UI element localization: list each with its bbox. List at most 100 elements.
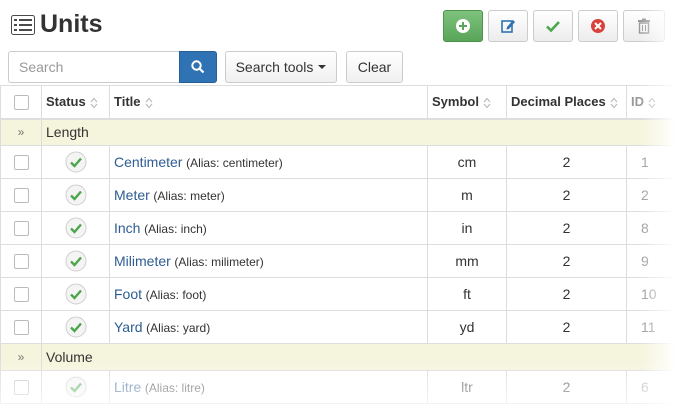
published-check-icon[interactable] xyxy=(65,184,87,206)
title-cell: Litre (Alias: litre) xyxy=(109,370,428,404)
symbol-cell: in xyxy=(427,211,507,245)
decimal-places-cell: 2 xyxy=(506,244,627,278)
decimal-places-cell: 2 xyxy=(506,145,627,179)
decimal-places-cell: 2 xyxy=(506,277,627,311)
decimal-places-cell: 2 xyxy=(506,370,627,404)
edit-button[interactable] xyxy=(488,10,528,42)
column-decimal-places[interactable]: Decimal Places xyxy=(506,85,627,120)
table-header-row: Status Title Symbol Decimal Places ID xyxy=(0,85,674,120)
unit-title-link[interactable]: Yard xyxy=(114,319,143,335)
unit-title-link[interactable]: Litre xyxy=(114,379,141,395)
decimal-places-cell: 2 xyxy=(506,211,627,245)
group-row[interactable]: » Length xyxy=(0,118,674,146)
trash-icon xyxy=(638,18,650,34)
group-row[interactable]: » Volume xyxy=(0,343,674,371)
group-toggle-icon[interactable]: » xyxy=(0,118,42,146)
row-select-cell xyxy=(0,310,42,344)
column-id[interactable]: ID xyxy=(626,85,674,120)
unit-title-link[interactable]: Centimeter xyxy=(114,154,182,170)
clear-button[interactable]: Clear xyxy=(346,51,403,83)
units-table: Status Title Symbol Decimal Places ID » L… xyxy=(0,85,674,404)
status-cell xyxy=(41,145,110,179)
published-check-icon[interactable] xyxy=(65,376,87,398)
table-body: » Length Centimeter (Alias: centimeter) cm 2… xyxy=(0,118,674,404)
group-toggle-icon[interactable]: » xyxy=(0,343,42,371)
select-all-cell xyxy=(0,85,42,120)
symbol-cell: m xyxy=(427,178,507,212)
table-row: Meter (Alias: meter) m 2 2 xyxy=(0,178,674,212)
new-button[interactable] xyxy=(443,10,483,42)
search-tools-label: Search tools xyxy=(235,59,314,75)
table-row: Yard (Alias: yard) yd 2 11 xyxy=(0,310,674,344)
column-title[interactable]: Title xyxy=(109,85,428,120)
search-button[interactable] xyxy=(179,51,217,83)
select-all-checkbox[interactable] xyxy=(13,94,29,110)
id-cell: 11 xyxy=(626,310,674,344)
published-check-icon[interactable] xyxy=(65,250,87,272)
title-cell: Foot (Alias: foot) xyxy=(109,277,428,311)
unit-title-link[interactable]: Milimeter xyxy=(114,253,171,269)
title-cell: Centimeter (Alias: centimeter) xyxy=(109,145,428,179)
table-row: Foot (Alias: foot) ft 2 10 xyxy=(0,277,674,311)
status-cell xyxy=(41,370,110,404)
title-cell: Yard (Alias: yard) xyxy=(109,310,428,344)
unit-title-link[interactable]: Inch xyxy=(114,220,140,236)
column-symbol-label: Symbol xyxy=(432,94,479,110)
table-row: Litre (Alias: litre) ltr 2 6 xyxy=(0,370,674,404)
unit-title-link[interactable]: Meter xyxy=(114,187,150,203)
row-checkbox[interactable] xyxy=(13,320,29,336)
table-row: Centimeter (Alias: centimeter) cm 2 1 xyxy=(0,145,674,179)
status-cell xyxy=(41,244,110,278)
sort-icon xyxy=(90,97,98,109)
check-icon xyxy=(546,21,560,33)
id-cell: 6 xyxy=(626,370,674,404)
table-row: Milimeter (Alias: milimeter) mm 2 9 xyxy=(0,244,674,278)
title-cell: Milimeter (Alias: milimeter) xyxy=(109,244,428,278)
row-checkbox[interactable] xyxy=(13,221,29,237)
row-select-cell xyxy=(0,211,42,245)
row-select-cell xyxy=(0,178,42,212)
status-cell xyxy=(41,178,110,212)
published-check-icon[interactable] xyxy=(65,217,87,239)
column-symbol[interactable]: Symbol xyxy=(427,85,507,120)
symbol-cell: ltr xyxy=(427,370,507,404)
unit-alias: (Alias: centimeter) xyxy=(186,156,283,170)
column-id-label: ID xyxy=(631,94,644,110)
published-check-icon[interactable] xyxy=(65,151,87,173)
cross-circle-icon xyxy=(591,19,605,33)
publish-button[interactable] xyxy=(533,10,573,42)
row-checkbox[interactable] xyxy=(13,380,29,396)
symbol-cell: yd xyxy=(427,310,507,344)
row-checkbox[interactable] xyxy=(13,254,29,270)
row-checkbox[interactable] xyxy=(13,155,29,171)
plus-circle-icon xyxy=(456,19,470,33)
status-cell xyxy=(41,277,110,311)
sort-icon xyxy=(610,97,618,109)
unit-alias: (Alias: meter) xyxy=(153,189,225,203)
page-title: Units xyxy=(40,10,103,38)
search-icon xyxy=(191,60,205,74)
unit-title-link[interactable]: Foot xyxy=(114,286,142,302)
edit-icon xyxy=(501,20,515,33)
status-cell xyxy=(41,211,110,245)
table-row: Inch (Alias: inch) in 2 8 xyxy=(0,211,674,245)
sort-icon xyxy=(483,97,491,109)
published-check-icon[interactable] xyxy=(65,283,87,305)
title-cell: Meter (Alias: meter) xyxy=(109,178,428,212)
published-check-icon[interactable] xyxy=(65,316,87,338)
status-cell xyxy=(41,310,110,344)
id-cell: 8 xyxy=(626,211,674,245)
title-cell: Inch (Alias: inch) xyxy=(109,211,428,245)
trash-button[interactable] xyxy=(623,10,665,42)
sort-icon xyxy=(648,97,656,109)
row-checkbox[interactable] xyxy=(13,287,29,303)
search-tools-button[interactable]: Search tools xyxy=(225,51,337,83)
column-decimal-places-label: Decimal Places xyxy=(511,94,606,110)
unit-alias: (Alias: foot) xyxy=(145,288,207,302)
column-status[interactable]: Status xyxy=(41,85,110,120)
search-input[interactable] xyxy=(8,51,180,83)
id-cell: 10 xyxy=(626,277,674,311)
row-select-cell xyxy=(0,277,42,311)
unpublish-button[interactable] xyxy=(578,10,618,42)
row-checkbox[interactable] xyxy=(13,188,29,204)
